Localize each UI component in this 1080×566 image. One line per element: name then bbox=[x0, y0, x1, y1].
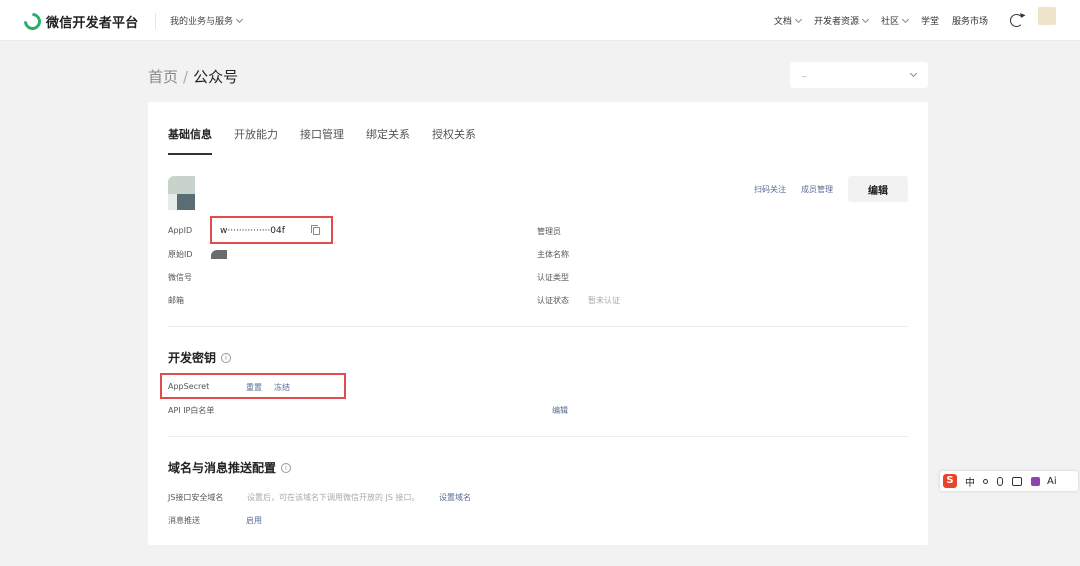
skin-icon[interactable] bbox=[1031, 476, 1040, 486]
appsecret-label: AppSecret bbox=[168, 382, 210, 391]
tab-api-management[interactable]: 接口管理 bbox=[300, 126, 344, 155]
appid-highlight-box: w···············04f bbox=[210, 216, 333, 244]
site-logo[interactable]: 微信开发者平台 bbox=[20, 9, 139, 34]
nav-item-service-market[interactable]: 服务市场 bbox=[952, 14, 988, 27]
tab-auth-relations[interactable]: 授权关系 bbox=[432, 126, 476, 155]
chevron-down-icon bbox=[235, 15, 244, 23]
ip-whitelist-label: API IP白名单 bbox=[168, 406, 215, 415]
nav-item-community-label: 社区 bbox=[880, 17, 899, 27]
nav-item-docs[interactable]: 文档 bbox=[773, 14, 802, 27]
tab-open-capabilities[interactable]: 开放能力 bbox=[234, 126, 278, 155]
nav-item-community[interactable]: 社区 bbox=[880, 14, 910, 27]
js-domain-hint: 设置后，可在该域名下调用微信开放的 JS 接口。 bbox=[247, 493, 420, 502]
cert-type-label: 认证类型 bbox=[537, 273, 569, 282]
breadcrumb-current: 公众号 bbox=[193, 68, 239, 86]
cert-status-label: 认证状态 bbox=[537, 296, 569, 305]
nav-item-dev-resources[interactable]: 开发者资源 bbox=[813, 14, 869, 27]
nav-divider bbox=[155, 13, 156, 29]
dev-key-title-text: 开发密钥 bbox=[168, 351, 217, 365]
wechat-id-label: 微信号 bbox=[168, 273, 192, 282]
appid-label: AppID bbox=[168, 226, 193, 235]
breadcrumb-home[interactable]: 首页 bbox=[148, 66, 178, 87]
admin-label: 管理员 bbox=[537, 227, 561, 236]
breadcrumb: 首页 / 公众号 bbox=[148, 66, 238, 87]
wechat-dev-logo-icon bbox=[20, 9, 45, 34]
keyboard-icon[interactable] bbox=[1012, 476, 1022, 486]
section-divider bbox=[168, 436, 908, 437]
nav-item-dev-resources-label: 开发者资源 bbox=[813, 17, 859, 27]
switch-account-icon[interactable] bbox=[1010, 14, 1023, 27]
user-avatar[interactable] bbox=[1038, 7, 1056, 25]
dev-key-section-title: 开发密钥 i bbox=[168, 349, 232, 366]
info-icon[interactable]: i bbox=[281, 462, 292, 473]
domain-section-title: 域名与消息推送配置 i bbox=[168, 459, 292, 476]
domain-title-text: 域名与消息推送配置 bbox=[168, 461, 277, 475]
tab-bar: 基础信息 开放能力 接口管理 绑定关系 授权关系 bbox=[168, 126, 498, 155]
account-select[interactable]: _ bbox=[790, 62, 928, 88]
account-avatar bbox=[168, 176, 195, 210]
member-manage-link[interactable]: 成员管理 bbox=[801, 184, 833, 195]
section-divider bbox=[168, 326, 908, 327]
chevron-down-icon bbox=[794, 15, 802, 23]
ime-logo-icon[interactable]: S bbox=[943, 474, 957, 488]
info-icon[interactable]: i bbox=[221, 352, 232, 363]
top-navigation-bar: 微信开发者平台 我的业务与服务 文档 开发者资源 社区 学堂 服务市场 bbox=[0, 0, 1080, 41]
main-card: 基础信息 开放能力 接口管理 绑定关系 授权关系 扫码关注 成员管理 编辑 Ap… bbox=[148, 102, 928, 545]
appsecret-freeze-link[interactable]: 冻结 bbox=[274, 382, 290, 393]
breadcrumb-separator: / bbox=[183, 67, 189, 86]
js-domain-label: JS接口安全域名 bbox=[168, 493, 224, 502]
set-domain-link[interactable]: 设置域名 bbox=[439, 492, 471, 503]
chevron-down-icon bbox=[861, 15, 869, 23]
chevron-down-icon bbox=[901, 15, 910, 23]
ime-ai-button[interactable]: Ai bbox=[1047, 476, 1057, 487]
nav-item-academy-label: 学堂 bbox=[920, 17, 939, 27]
tab-basic-info[interactable]: 基础信息 bbox=[168, 126, 212, 155]
appid-value: w···············04f bbox=[220, 226, 285, 236]
punctuation-icon[interactable] bbox=[983, 478, 988, 484]
email-label: 邮箱 bbox=[168, 296, 184, 305]
ime-toolbar[interactable]: S 中 Ai bbox=[940, 471, 1078, 491]
nav-item-service-market-label: 服务市场 bbox=[951, 17, 988, 27]
edit-button[interactable]: 编辑 bbox=[848, 176, 908, 202]
scan-follow-link[interactable]: 扫码关注 bbox=[754, 184, 786, 195]
account-select-value: _ bbox=[802, 68, 807, 78]
logo-text: 微信开发者平台 bbox=[46, 16, 139, 31]
msg-push-label: 消息推送 bbox=[168, 516, 200, 525]
entity-name-label: 主体名称 bbox=[537, 250, 569, 259]
msg-push-enable-link[interactable]: 启用 bbox=[246, 515, 262, 526]
microphone-icon[interactable] bbox=[997, 476, 1003, 486]
copy-icon[interactable] bbox=[311, 225, 320, 235]
nav-item-docs-label: 文档 bbox=[773, 17, 792, 27]
cert-status-value: 暂未认证 bbox=[588, 296, 620, 305]
original-id-value-redacted bbox=[211, 250, 227, 259]
original-id-label: 原始ID bbox=[168, 250, 193, 259]
business-services-label: 我的业务与服务 bbox=[170, 17, 234, 27]
top-nav-links: 文档 开发者资源 社区 学堂 服务市场 bbox=[761, 14, 988, 27]
ip-whitelist-edit-link[interactable]: 编辑 bbox=[552, 405, 568, 416]
business-services-menu[interactable]: 我的业务与服务 bbox=[170, 14, 244, 27]
nav-item-academy[interactable]: 学堂 bbox=[921, 14, 939, 27]
tab-bind-relations[interactable]: 绑定关系 bbox=[366, 126, 410, 155]
ime-language-toggle[interactable]: 中 bbox=[965, 474, 975, 489]
appsecret-reset-link[interactable]: 重置 bbox=[246, 382, 262, 393]
chevron-down-icon bbox=[909, 69, 918, 78]
account-actions: 扫码关注 成员管理 编辑 bbox=[739, 176, 908, 202]
